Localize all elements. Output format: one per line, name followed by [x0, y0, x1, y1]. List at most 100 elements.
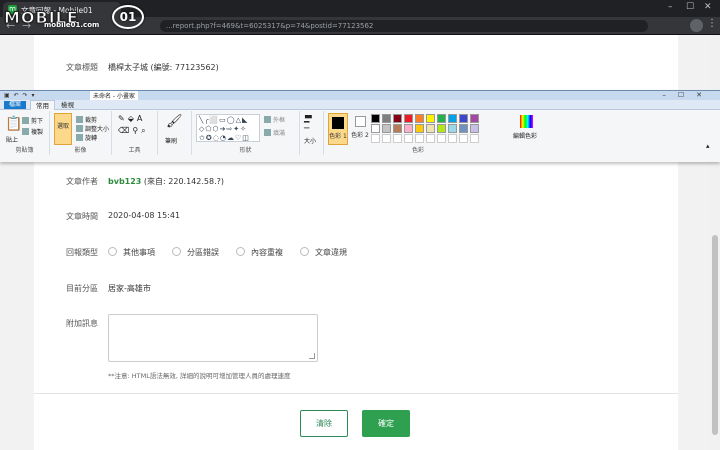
resize-button[interactable]: 調整大小 [76, 124, 109, 133]
palette-swatch[interactable] [459, 114, 468, 123]
cut-button[interactable]: 剪下 [22, 116, 43, 125]
maximize-icon[interactable]: ☐ [686, 2, 694, 12]
palette-swatch[interactable] [415, 134, 424, 143]
fill-icon [264, 129, 271, 136]
palette-swatch[interactable] [404, 134, 413, 143]
shapes-row1[interactable]: ╲╭⬜▭◯△◣ [199, 116, 248, 124]
palette-swatch[interactable] [404, 124, 413, 133]
submit-button[interactable]: 確定 [362, 410, 410, 437]
palette-swatch[interactable] [371, 134, 380, 143]
category-label: 目前分區 [66, 284, 98, 293]
profile-avatar[interactable] [690, 19, 703, 32]
outline-button[interactable]: 外框 [264, 115, 285, 124]
time-label: 文章時間 [66, 212, 98, 221]
palette-swatch[interactable] [382, 114, 391, 123]
crop-button[interactable]: 裁剪 [76, 115, 97, 124]
radio-circle-icon[interactable] [236, 247, 245, 256]
url-input[interactable]: ...report.php?f=469&t=6025317&p=74&posti… [160, 20, 648, 32]
menu-icon[interactable]: ⋮ [707, 18, 717, 29]
paint-window-controls[interactable]: –☐✕ [662, 91, 714, 99]
size-group: ▬ ━ ─ 大小 [300, 111, 324, 155]
select-button[interactable]: 選取 [54, 113, 72, 145]
palette-swatch[interactable] [459, 134, 468, 143]
paint-file-menu[interactable]: 檔案 [4, 101, 26, 109]
tab-home[interactable]: 常用 [30, 100, 55, 110]
palette-swatch[interactable] [448, 134, 457, 143]
shapes-row3[interactable]: ✩✪◌◔☁♡◫ [199, 134, 250, 142]
color2-button[interactable]: 色彩 2 [350, 115, 370, 145]
quick-access-icons[interactable]: ▣ ↶ ↷ ▾ [4, 92, 35, 99]
palette-swatch[interactable] [382, 124, 391, 133]
author-name[interactable]: bvb123 [108, 177, 141, 186]
size-label[interactable]: 大小 [304, 136, 316, 145]
palette-swatch[interactable] [371, 114, 380, 123]
html-note: **注意: HTML語法無效, 詳細的說明可增加管理人員的處理速度 [108, 372, 291, 380]
radio-violation[interactable]: 文章違規 [300, 247, 347, 257]
radio-circle-icon[interactable] [300, 247, 309, 256]
radio-circle-icon[interactable] [172, 247, 181, 256]
copy-button[interactable]: 複製 [22, 127, 43, 136]
palette-swatch[interactable] [415, 114, 424, 123]
radio-circle-icon[interactable] [108, 247, 117, 256]
shapes-gallery[interactable]: ╲╭⬜▭◯△◣ ◇⬠⬡➔⇨✦✧ ✩✪◌◔☁♡◫ [196, 114, 260, 142]
palette-swatch[interactable] [437, 134, 446, 143]
collapse-ribbon-icon[interactable]: ▴ [706, 142, 710, 150]
palette-swatch[interactable] [448, 124, 457, 133]
palette-swatch[interactable] [426, 134, 435, 143]
brush-label[interactable]: 筆刷 [165, 136, 177, 145]
browser-tab-bar: m 文章回報 - Mobile01 – ☐ ✕ [0, 0, 720, 17]
forward-icon[interactable]: → [22, 19, 31, 32]
palette-swatch[interactable] [448, 114, 457, 123]
extra-message-textarea[interactable] [108, 314, 318, 362]
palette-swatch[interactable] [470, 124, 479, 133]
title-label: 文章標題 [66, 63, 98, 72]
paint-ribbon-tabs: 檔案 常用 檢視 [0, 100, 720, 110]
palette-swatch[interactable] [404, 114, 413, 123]
palette-swatch[interactable] [459, 124, 468, 133]
palette-swatch[interactable] [470, 134, 479, 143]
scrollbar-thumb[interactable] [712, 235, 718, 435]
palette-swatch[interactable] [393, 134, 402, 143]
address-bar-row: ← → ...report.php?f=469&t=6025317&p=74&p… [0, 17, 720, 35]
clear-button[interactable]: 清除 [300, 410, 348, 437]
radio-label: 分區錯誤 [187, 248, 219, 257]
color1-swatch [332, 117, 344, 129]
edit-colors-icon[interactable] [520, 115, 533, 128]
rotate-button[interactable]: 旋轉 [76, 133, 97, 142]
palette-swatch[interactable] [382, 134, 391, 143]
color1-button[interactable]: 色彩 1 [328, 113, 348, 145]
radio-label: 其他事項 [123, 248, 155, 257]
copy-icon [22, 128, 29, 135]
paint-title-bar: ▣ ↶ ↷ ▾ 未命名 - 小畫家 –☐✕ [0, 91, 720, 100]
shapes-row2[interactable]: ◇⬠⬡➔⇨✦✧ [199, 125, 247, 133]
palette-swatch[interactable] [470, 114, 479, 123]
back-icon[interactable]: ← [6, 19, 15, 32]
palette-swatch[interactable] [393, 124, 402, 133]
brush-icon[interactable]: 🖌 [166, 114, 183, 129]
tool-icons-row1[interactable]: ✎⬙A [118, 114, 145, 123]
tools-group: ✎⬙A ⌫⚲⌕ 工具 [112, 111, 158, 155]
radio-label: 內容重複 [251, 248, 283, 257]
radio-wrong-category[interactable]: 分區錯誤 [172, 247, 219, 257]
paste-icon[interactable]: 📋 [5, 116, 22, 132]
paste-button[interactable]: 貼上 [6, 135, 18, 144]
tab-view[interactable]: 檢視 [56, 100, 79, 110]
image-group: 選取 裁剪 調整大小 旋轉 影像 [50, 111, 112, 155]
fill-button[interactable]: 填滿 [264, 128, 285, 137]
palette-swatch[interactable] [371, 124, 380, 133]
size-lines-icon[interactable]: ▬ ━ ─ [304, 113, 313, 134]
crop-icon [76, 116, 83, 123]
minimize-icon[interactable]: – [668, 2, 673, 12]
close-icon[interactable]: ✕ [704, 2, 712, 12]
palette-swatch[interactable] [415, 124, 424, 133]
palette-swatch[interactable] [437, 114, 446, 123]
palette-swatch[interactable] [426, 124, 435, 133]
palette-swatch[interactable] [437, 124, 446, 133]
palette-swatch[interactable] [393, 114, 402, 123]
radio-duplicate[interactable]: 內容重複 [236, 247, 283, 257]
edit-colors-button[interactable]: 編輯色彩 [513, 131, 537, 140]
radio-other[interactable]: 其他事項 [108, 247, 155, 257]
tool-icons-row2[interactable]: ⌫⚲⌕ [118, 126, 149, 136]
palette-swatch[interactable] [426, 114, 435, 123]
browser-tab[interactable]: m 文章回報 - Mobile01 [3, 2, 121, 17]
